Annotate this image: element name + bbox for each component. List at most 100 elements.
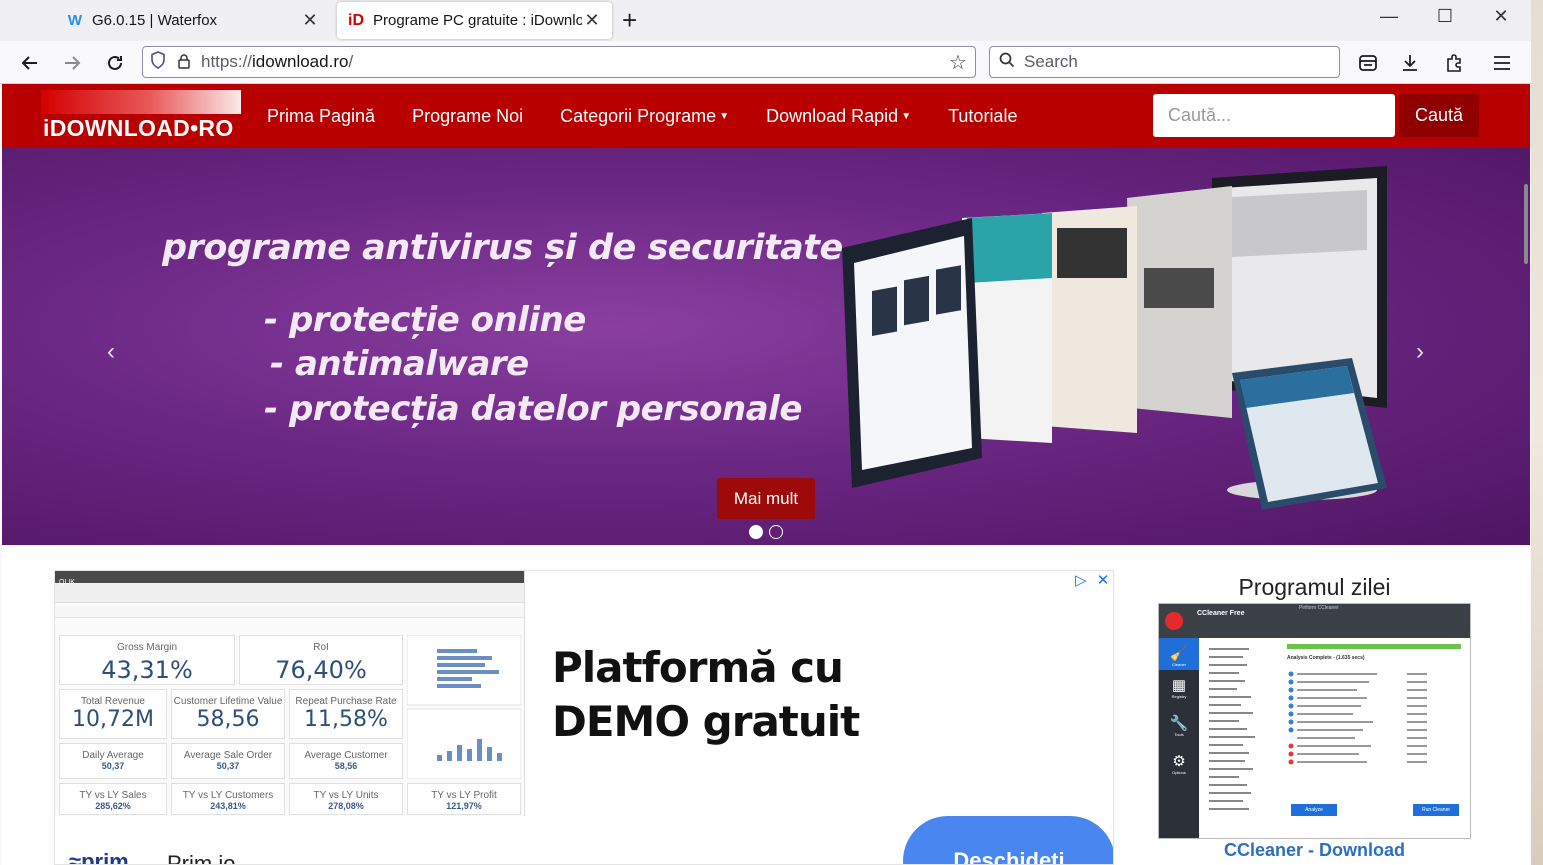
hero-title: programe antivirus și de securitate <box>162 228 843 268</box>
menu-item-home[interactable]: Prima Pagină <box>267 106 375 127</box>
ad-choices[interactable]: ▷ ✕ <box>1075 571 1109 589</box>
menu-button[interactable] <box>1488 49 1516 77</box>
kpi-value: 121,97% <box>446 801 482 811</box>
kpi-card: Repeat Purchase Rate 11,58% <box>289 689 403 739</box>
carousel-dot[interactable] <box>769 525 783 539</box>
kpi-card: Daily Average 50,37 <box>59 743 167 779</box>
kpi-label: TY vs LY Units <box>313 790 379 801</box>
menu-label: Download Rapid <box>766 105 899 126</box>
gear-icon: ⚙ <box>1172 753 1186 770</box>
program-download-link[interactable]: CCleaner - Download <box>1158 840 1471 861</box>
url-text[interactable]: https://idownload.ro/ <box>195 52 941 72</box>
site-search-input[interactable]: Caută... <box>1153 94 1395 137</box>
menu-item-tutorials[interactable]: Tutoriale <box>948 106 1017 127</box>
kpi-label: TY vs LY Customers <box>182 790 274 801</box>
logo-banner <box>41 90 241 114</box>
close-tab-icon[interactable]: ✕ <box>582 10 602 31</box>
ad-close-icon[interactable]: ✕ <box>1097 572 1110 589</box>
forward-button[interactable] <box>58 49 86 77</box>
nav-label: Registry <box>1171 694 1187 699</box>
download-icon <box>1403 55 1417 71</box>
maximize-button[interactable]: ☐ <box>1430 6 1460 27</box>
kpi-label: Repeat Purchase Rate <box>295 696 397 707</box>
close-tab-icon[interactable]: ✕ <box>300 10 320 31</box>
hero-line: - protecția datelor personale <box>264 389 802 429</box>
ccleaner-titlebar: CCleaner Free Piriform CCleaner <box>1159 604 1470 638</box>
kpi-label: TY vs LY Profit <box>431 790 497 801</box>
kpi-card: RoI 76,40% <box>239 635 403 685</box>
ccleaner-run-button: Run Cleaner <box>1413 804 1459 816</box>
hero-line: - protecție online <box>264 300 586 340</box>
close-window-button[interactable]: ✕ <box>1486 6 1516 27</box>
program-screenshot[interactable]: CCleaner Free Piriform CCleaner 🧹 Cleaner… <box>1158 603 1471 839</box>
kpi-label: Gross Margin <box>116 642 177 653</box>
tab-waterfox[interactable]: W G6.0.15 | Waterfox ✕ <box>56 2 330 39</box>
url-bar[interactable]: https://idownload.ro/ ☆ <box>142 46 976 78</box>
kpi-label: Daily Average <box>82 750 144 761</box>
kpi-value: 58,56 <box>196 707 260 732</box>
ccleaner-app-name: CCleaner Free <box>1197 610 1245 617</box>
kpi-value: 43,31% <box>101 656 193 684</box>
tab-title: G6.0.15 | Waterfox <box>92 12 218 29</box>
dashboard-topbar: QLIK <box>55 571 524 586</box>
ad-banner[interactable]: QLIK Gross Margin 43,31% RoI 76,40% Tota… <box>54 570 1114 865</box>
new-tab-button[interactable]: + <box>622 7 637 33</box>
kpi-value: 11,58% <box>304 707 388 732</box>
nav-label: Tools <box>1174 732 1184 737</box>
menu-label: Prima Pagină <box>267 105 376 126</box>
ad-headline[interactable]: Platformă cu DEMO gratuit <box>552 641 972 749</box>
site-header: iDOWNLOAD•RO Prima Pagină Programe Noi C… <box>2 84 1530 148</box>
ccleaner-results: Analysis Complete - (1.635 secs) Analyze… <box>1287 642 1467 838</box>
site-logo[interactable]: iDOWNLOAD•RO <box>41 90 241 141</box>
idownload-icon: iD <box>348 11 364 29</box>
lock-icon[interactable] <box>173 53 195 72</box>
hero-line: - antimalware <box>270 344 529 384</box>
ad-dashboard-image: QLIK Gross Margin 43,31% RoI 76,40% Tota… <box>55 571 525 816</box>
site-search-button[interactable]: Caută <box>1399 94 1479 137</box>
menu-item-categories[interactable]: Categorii Programe ▼ <box>560 106 729 127</box>
extensions-button[interactable] <box>1440 49 1468 77</box>
tab-strip: W G6.0.15 | Waterfox ✕ iD Programe PC gr… <box>0 0 1531 41</box>
dashboard-brand: QLIK <box>59 579 75 586</box>
ccleaner-analyze-button: Analyze <box>1291 804 1337 816</box>
shield-icon[interactable] <box>143 50 173 74</box>
ccleaner-tree <box>1201 640 1281 838</box>
page-scrollbar[interactable] <box>1524 184 1528 264</box>
kpi-label: Total Revenue <box>81 696 145 707</box>
logo-text: iDOWNLOAD•RO <box>43 115 234 141</box>
bookmark-star-icon[interactable]: ☆ <box>941 50 975 75</box>
reader-view-button[interactable] <box>1354 49 1382 77</box>
menu-item-download-rapid[interactable]: Download Rapid ▼ <box>766 106 911 127</box>
desktop-background <box>1531 0 1543 865</box>
kpi-label: Average Customer <box>304 750 388 761</box>
hero-more-button[interactable]: Mai mult <box>717 478 815 519</box>
reload-button[interactable] <box>101 49 129 77</box>
puzzle-icon <box>1447 54 1461 72</box>
kpi-value: 10,72M <box>72 707 154 732</box>
nav-bar: https://idownload.ro/ ☆ Search <box>0 41 1531 84</box>
dashboard-mini-charts <box>407 635 521 779</box>
kpi-card: TY vs LY Units 278,08% <box>289 783 403 815</box>
back-button[interactable] <box>16 49 44 77</box>
browser-search-input[interactable]: Search <box>989 46 1340 78</box>
page-viewport: iDOWNLOAD•RO Prima Pagină Programe Noi C… <box>2 84 1530 865</box>
search-icon <box>990 52 1024 73</box>
adchoices-icon[interactable]: ▷ <box>1075 572 1087 589</box>
ccleaner-nav-item: 🧹 Cleaner <box>1159 638 1199 670</box>
kpi-card: Average Sale Order 50,37 <box>171 743 285 779</box>
carousel-prev-icon[interactable]: ‹ <box>107 338 115 366</box>
results-table <box>1288 671 1427 765</box>
minimize-button[interactable]: — <box>1374 6 1404 27</box>
downloads-button[interactable] <box>1396 49 1424 77</box>
tab-idownload[interactable]: iD Programe PC gratuite : iDownlo ✕ <box>337 2 612 39</box>
kpi-value: 50,37 <box>216 761 240 771</box>
kpi-card: Total Revenue 10,72M <box>59 689 167 739</box>
ad-cta-button[interactable]: Deschideți <box>903 816 1113 864</box>
main-menu: Prima Pagină Programe Noi Categorii Prog… <box>267 84 1054 148</box>
carousel-next-icon[interactable]: › <box>1416 338 1424 366</box>
browser-window: W G6.0.15 | Waterfox ✕ iD Programe PC gr… <box>0 0 1531 865</box>
kpi-value: 76,40% <box>275 656 367 684</box>
carousel-dot[interactable] <box>749 525 763 539</box>
menu-item-new-programs[interactable]: Programe Noi <box>412 106 523 127</box>
hamburger-icon <box>1494 56 1510 70</box>
